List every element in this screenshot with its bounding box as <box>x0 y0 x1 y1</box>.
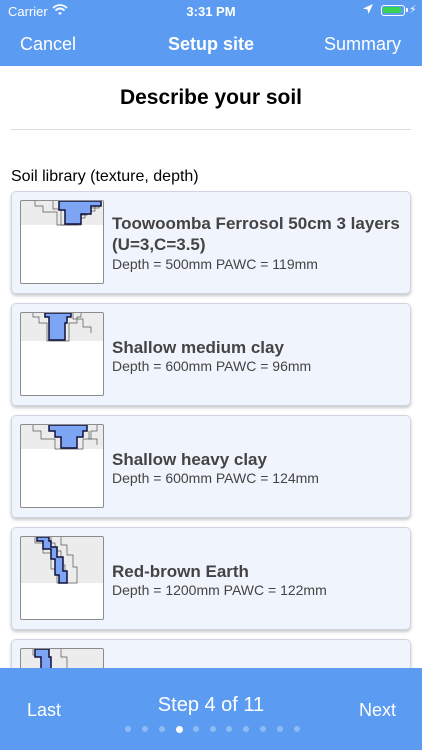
soil-stats: Depth = 1200mm PAWC = 122mm <box>112 582 327 598</box>
soil-stats: Depth = 600mm PAWC = 124mm <box>112 470 319 486</box>
battery-icon <box>381 5 408 16</box>
soil-profile-thumbnail <box>20 424 104 508</box>
soil-card[interactable]: Toowoomba Ferrosol 50cm 3 layers (U=3,C=… <box>11 191 411 294</box>
page-dot <box>141 726 148 732</box>
next-button[interactable]: Next <box>359 700 396 721</box>
page-dot <box>260 726 267 732</box>
footer-bar: Last Step 4 of 11 Next <box>0 668 422 750</box>
page-dot <box>294 726 300 732</box>
page-title: Describe your soil <box>119 86 303 109</box>
soil-name: Red-brown Earth <box>112 562 249 581</box>
soil-card[interactable]: Red-brown Earth Depth = 1200mm PAWC = 12… <box>11 527 411 630</box>
page-dots <box>125 725 300 734</box>
page-dot-active <box>175 725 183 733</box>
status-time: 3:31 PM <box>186 4 236 19</box>
soil-library-label: Soil library (texture, depth) <box>11 168 199 185</box>
nav-bar: Cancel Setup site Summary <box>0 26 422 62</box>
page-dot <box>226 726 233 732</box>
soil-profile-thumbnail <box>20 648 104 668</box>
soil-library-list[interactable]: Toowoomba Ferrosol 50cm 3 layers (U=3,C=… <box>0 190 422 668</box>
page-dot <box>243 726 250 732</box>
soil-profile-thumbnail <box>20 536 104 620</box>
page-dot <box>209 726 216 732</box>
page-dot <box>158 726 165 732</box>
status-bar: Carrier 3:31 PM ⚡ <box>0 0 422 22</box>
cancel-button[interactable]: Cancel <box>20 34 76 55</box>
page-dot <box>125 726 131 732</box>
soil-name: Shallow heavy clay <box>112 450 267 469</box>
soil-name: Toowoomba Ferrosol 50cm 3 layers (U=3,C=… <box>112 214 400 254</box>
soil-card[interactable]: Shallow medium clay Depth = 600mm PAWC =… <box>11 303 411 406</box>
page-dot <box>192 726 199 732</box>
last-button[interactable]: Last <box>27 700 61 721</box>
soil-name: Shallow medium clay <box>112 338 284 357</box>
header-bar: Carrier 3:31 PM ⚡ Cancel Setup site Summ… <box>0 0 422 66</box>
location-arrow-icon <box>362 3 374 18</box>
soil-stats: Depth = 500mm PAWC = 119mm <box>112 256 318 272</box>
soil-profile-thumbnail <box>20 200 104 284</box>
soil-card[interactable] <box>11 639 411 668</box>
summary-button[interactable]: Summary <box>324 34 401 55</box>
charging-bolt-icon: ⚡ <box>409 4 417 16</box>
soil-stats: Depth = 600mm PAWC = 96mm <box>112 358 312 374</box>
page-dot <box>277 726 284 732</box>
soil-profile-thumbnail <box>20 312 104 396</box>
divider <box>11 129 411 130</box>
soil-card[interactable]: Shallow heavy clay Depth = 600mm PAWC = … <box>11 415 411 518</box>
